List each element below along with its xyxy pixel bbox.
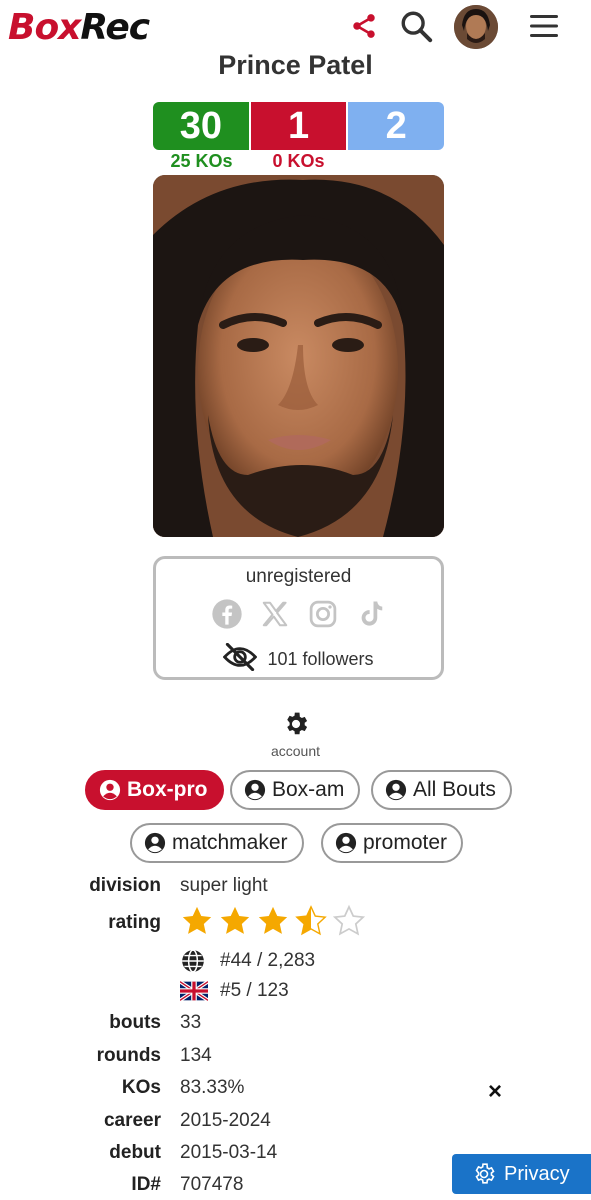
tab-matchmaker[interactable]: matchmaker: [130, 823, 304, 863]
star-empty-icon: [332, 904, 366, 936]
top-header: BoxRec: [0, 0, 591, 56]
career-value: 2015-2024: [180, 1110, 271, 1131]
logo-rec-text: Rec: [80, 7, 150, 48]
user-circle-icon: [244, 779, 266, 801]
career-row: career 2015-2024: [0, 1110, 591, 1140]
tab-label: Box-am: [272, 778, 345, 801]
kos-row: KOs 83.33%: [0, 1077, 591, 1107]
star-half-icon: [295, 905, 327, 936]
rounds-label: rounds: [96, 1045, 161, 1066]
followers-row: 101 followers: [156, 642, 441, 676]
rating-label: rating: [108, 912, 161, 933]
privacy-button[interactable]: Privacy: [452, 1154, 591, 1194]
social-links: [156, 597, 441, 631]
id-label: ID#: [131, 1174, 161, 1195]
instagram-icon[interactable]: [306, 597, 340, 631]
rating-stars: [180, 904, 366, 938]
star-full-icon: [182, 906, 212, 934]
account-link[interactable]: account: [0, 710, 591, 759]
logo-box-text: Box: [8, 7, 81, 48]
debut-label: debut: [109, 1142, 161, 1163]
tab-label: Box-pro: [127, 778, 208, 801]
tab-label: matchmaker: [172, 831, 288, 854]
division-label: division: [89, 875, 161, 896]
career-label: career: [103, 1110, 161, 1131]
rounds-row: rounds 134: [0, 1045, 591, 1075]
boxer-name: Prince Patel: [218, 50, 373, 80]
kos-value: 83.33%: [180, 1077, 245, 1098]
hamburger-menu-icon[interactable]: [524, 6, 564, 46]
x-twitter-icon[interactable]: [258, 597, 292, 631]
tiktok-icon[interactable]: [354, 597, 388, 631]
boxrec-logo[interactable]: BoxRec: [8, 7, 150, 48]
share-icon[interactable]: [344, 6, 384, 46]
registration-status-box: unregistered 101 followers: [153, 556, 444, 680]
privacy-label: Privacy: [504, 1162, 570, 1185]
division-value[interactable]: super light: [180, 875, 268, 897]
star-full-icon: [258, 906, 288, 934]
bouts-value: 33: [180, 1012, 202, 1033]
user-circle-icon: [99, 779, 121, 801]
losses-count: 1: [250, 102, 349, 150]
wins-count: 30: [153, 102, 251, 150]
world-rank-row[interactable]: #44 / 2,283: [180, 948, 315, 974]
loss-kos: 0 KOs: [272, 151, 325, 171]
tab-box-pro[interactable]: Box-pro: [85, 770, 224, 810]
kos-label: KOs: [121, 1077, 161, 1098]
tab-label: All Bouts: [413, 778, 496, 801]
uk-flag-icon: [180, 981, 208, 1001]
globe-icon: [182, 949, 204, 973]
registration-status: unregistered: [245, 566, 352, 587]
bouts-label: bouts: [109, 1012, 161, 1033]
gear-icon: [282, 710, 310, 743]
country-rank-row[interactable]: #5 / 123: [180, 980, 289, 1002]
world-rank: #44 / 2,283: [220, 950, 316, 971]
draws-count: 2: [348, 102, 444, 150]
facebook-icon[interactable]: [210, 597, 244, 631]
bouts-row: bouts 33: [0, 1012, 591, 1042]
user-circle-icon: [335, 832, 357, 854]
user-circle-icon: [144, 832, 166, 854]
search-icon[interactable]: [396, 6, 436, 46]
user-avatar[interactable]: [454, 5, 498, 49]
tab-box-am[interactable]: Box-am: [230, 770, 361, 810]
close-ad-button[interactable]: ×: [488, 1078, 502, 1106]
division-row: division super light: [0, 875, 591, 905]
tab-promoter[interactable]: promoter: [321, 823, 464, 863]
country-rank: #5 / 123: [220, 980, 289, 1001]
account-label: account: [270, 743, 321, 759]
boxer-photo: [153, 175, 444, 537]
record-bar: 30 1 2: [153, 102, 444, 150]
user-circle-icon: [385, 779, 407, 801]
star-full-icon: [220, 906, 250, 934]
tab-label: promoter: [363, 831, 448, 854]
gear-icon: [475, 1163, 495, 1184]
debut-value: 2015-03-14: [180, 1142, 278, 1163]
eye-slash-icon[interactable]: [223, 642, 258, 676]
id-value: 707478: [180, 1174, 244, 1195]
rounds-value: 134: [180, 1045, 212, 1066]
win-kos: 25 KOs: [170, 151, 233, 171]
followers-count: 101 followers: [267, 649, 374, 669]
tab-all-bouts[interactable]: All Bouts: [371, 770, 512, 810]
